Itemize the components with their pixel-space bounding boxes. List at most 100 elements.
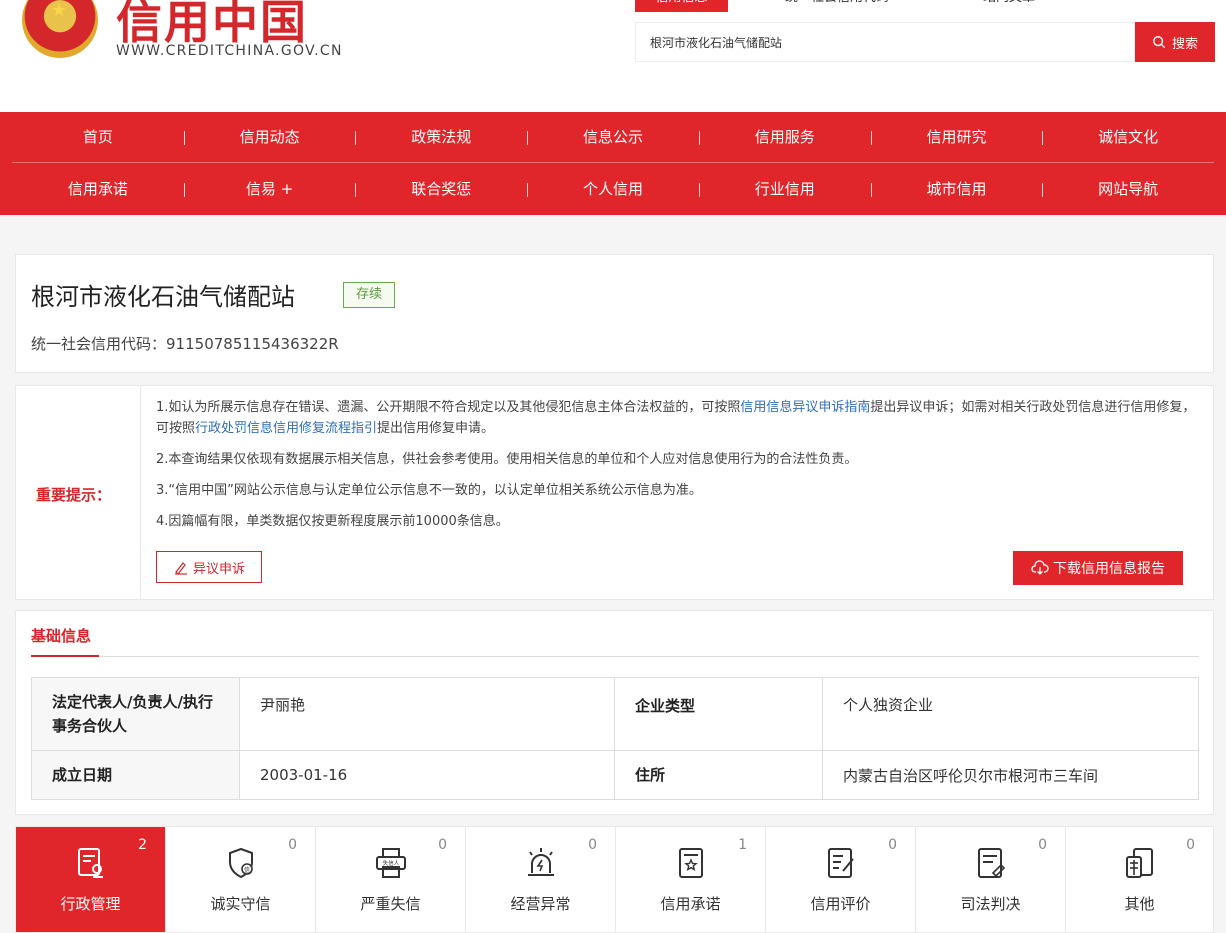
credit-code-value: 91150785115436322R	[166, 335, 339, 353]
nav-credit-news[interactable]: 信用动态	[183, 112, 356, 162]
download-report-button[interactable]: 下载信用信息报告	[1013, 551, 1183, 585]
notice-item-4: 4.因篇幅有限，单类数据仅按更新程度展示前10000条信息。	[156, 514, 509, 529]
tab-business-abnormal[interactable]: 0 经营异常	[466, 827, 616, 932]
nav-industry-credit[interactable]: 行业信用	[698, 164, 871, 215]
tab-label: 司法判决	[960, 895, 1021, 913]
tab-credit-code[interactable]: 统一社会信用代码	[785, 0, 889, 8]
nav-disclosure[interactable]: 信息公示	[527, 112, 699, 162]
judgment-icon	[977, 848, 1005, 878]
main-nav-row-1: 首页 信用动态 政策法规 信息公示 信用服务 信用研究 诚信文化	[12, 112, 1214, 163]
notice-card: 重要提示： 1.如认为所展示信息存在错误、遗漏、公开期限不符合规定以及其他侵犯信…	[15, 385, 1214, 600]
notice-label: 重要提示：	[36, 486, 112, 504]
download-report-button-label: 下载信用信息报告	[1053, 561, 1165, 577]
nav-home[interactable]: 首页	[12, 112, 184, 162]
main-nav: 首页 信用动态 政策法规 信息公示 信用服务 信用研究 诚信文化 信用承诺 信易…	[0, 112, 1226, 215]
tab-other[interactable]: 0 其他	[1066, 827, 1213, 932]
tab-count: 0	[888, 837, 897, 853]
tab-admin-management[interactable]: 2 行政管理	[16, 827, 166, 932]
tab-count: 1	[738, 837, 747, 853]
nav-city-credit[interactable]: 城市信用	[870, 164, 1043, 215]
table-row: 成立日期 2003-01-16 住所 内蒙古自治区呼伦贝尔市根河市三车间	[31, 750, 1199, 800]
pen-icon	[174, 562, 187, 575]
tab-count: 0	[1038, 837, 1047, 853]
nav-credit-research[interactable]: 信用研究	[870, 112, 1043, 162]
search-input[interactable]	[636, 23, 1134, 61]
objection-button-label: 异议申诉	[192, 561, 245, 577]
field-value-enterprise-type: 个人独资企业	[822, 677, 1199, 751]
section-title-underline	[31, 655, 99, 657]
field-value-established-date: 2003-01-16	[239, 750, 615, 800]
nav-xinyi[interactable]: 信易 +	[183, 164, 356, 215]
tab-credit-info[interactable]: 信用信息	[635, 0, 728, 12]
tab-label: 行政管理	[60, 895, 121, 913]
section-divider	[31, 656, 1199, 657]
tab-count: 0	[438, 837, 447, 853]
nav-credit-service[interactable]: 信用服务	[698, 112, 871, 162]
search-box	[635, 22, 1135, 62]
nav-policy[interactable]: 政策法规	[355, 112, 527, 162]
tab-label: 严重失信	[360, 895, 421, 913]
field-label-established-date: 成立日期	[31, 750, 240, 800]
field-label-enterprise-type: 企业类型	[614, 677, 823, 751]
site-logo-url: WWW.CREDITCHINA.GOV.CN	[116, 43, 343, 59]
entity-card: 根河市液化石油气储配站 存续 统一社会信用代码：9115078511543632…	[15, 254, 1214, 373]
tab-credit-commitment[interactable]: 1 信用承诺	[616, 827, 766, 932]
printer-icon: 失信人	[375, 848, 406, 878]
tab-label: 信用评价	[810, 895, 871, 913]
field-label-legal-rep: 法定代表人/负责人/执行事务合伙人	[31, 677, 240, 751]
search-button[interactable]: 搜索	[1135, 22, 1215, 62]
basic-info-table: 法定代表人/负责人/执行事务合伙人 尹丽艳 企业类型 个人独资企业 成立日期 2…	[31, 677, 1199, 800]
notice-item-1-text-c: 提出信用修复申请。	[377, 421, 495, 436]
notice-item-3: 3.“信用中国”网站公示信息与认定单位公示信息不一致的，以认定单位相关系统公示信…	[156, 483, 702, 498]
status-badge: 存续	[343, 282, 395, 308]
tab-label: 其他	[1124, 895, 1155, 913]
nav-personal-credit[interactable]: 个人信用	[527, 164, 699, 215]
svg-text:失信人: 失信人	[382, 859, 399, 867]
basic-info-card: 基础信息 法定代表人/负责人/执行事务合伙人 尹丽艳 企业类型 个人独资企业 成…	[15, 610, 1214, 815]
objection-guide-link[interactable]: 信用信息异议申诉指南	[740, 400, 870, 415]
nav-joint-rewards[interactable]: 联合奖惩	[355, 164, 527, 215]
notice-item-1-text-a: 1.如认为所展示信息存在错误、遗漏、公开期限不符合规定以及其他侵犯信息主体合法权…	[156, 400, 741, 415]
shield-icon: 信	[228, 847, 253, 879]
notice-label-cell: 重要提示：	[16, 386, 141, 599]
tab-count: 0	[288, 837, 297, 853]
credit-code-label: 统一社会信用代码：	[31, 335, 167, 353]
nav-site-map[interactable]: 网站导航	[1042, 164, 1214, 215]
category-tabs: 2 行政管理 信 0 诚实守信 失信人 0 严重失信 0 经营异常 1 信用承诺…	[15, 826, 1214, 933]
alarm-icon	[527, 848, 554, 876]
field-label-address: 住所	[614, 750, 823, 800]
certificate-icon	[678, 848, 703, 878]
tab-label: 信用承诺	[660, 895, 721, 913]
evaluation-icon	[827, 848, 854, 878]
svg-text:信: 信	[243, 866, 249, 874]
section-title-basic-info: 基础信息	[31, 627, 92, 645]
tab-count: 0	[1186, 837, 1195, 853]
notice-item-2: 2.本查询结果仅依现有数据展示相关信息，供社会参考使用。使用相关信息的单位和个人…	[156, 452, 858, 467]
tab-count: 2	[138, 837, 147, 853]
table-row: 法定代表人/负责人/执行事务合伙人 尹丽艳 企业类型 个人独资企业	[31, 677, 1199, 751]
tab-label: 经营异常	[510, 895, 571, 913]
tab-count: 0	[588, 837, 597, 853]
tab-label: 诚实守信	[210, 895, 271, 913]
cloud-download-icon	[1031, 560, 1049, 575]
search-button-label: 搜索	[1171, 36, 1198, 52]
objection-button[interactable]: 异议申诉	[156, 551, 262, 583]
other-icon	[1125, 848, 1153, 878]
tab-judicial-judgment[interactable]: 0 司法判决	[916, 827, 1066, 932]
admin-doc-icon	[77, 848, 103, 878]
credit-repair-guide-link[interactable]: 行政处罚信息信用修复流程指引	[195, 421, 377, 436]
nav-credit-commitment[interactable]: 信用承诺	[12, 164, 184, 215]
search-icon	[1153, 36, 1166, 49]
tab-serious-dishonesty[interactable]: 失信人 0 严重失信	[316, 827, 466, 932]
field-value-legal-rep: 尹丽艳	[239, 677, 615, 751]
tab-credit-evaluation[interactable]: 0 信用评价	[766, 827, 916, 932]
tab-site-articles[interactable]: 站内文章	[983, 0, 1035, 8]
national-emblem-icon[interactable]	[22, 0, 98, 58]
entity-name: 根河市液化石油气储配站	[31, 283, 295, 311]
field-value-address: 内蒙古自治区呼伦贝尔市根河市三车间	[822, 750, 1199, 800]
main-nav-row-2: 信用承诺 信易 + 联合奖惩 个人信用 行业信用 城市信用 网站导航	[12, 164, 1214, 215]
site-header: 信用中国 WWW.CREDITCHINA.GOV.CN 信用信息 统一社会信用代…	[0, 0, 1226, 112]
credit-code: 统一社会信用代码：91150785115436322R	[31, 333, 339, 354]
nav-integrity-culture[interactable]: 诚信文化	[1042, 112, 1214, 162]
tab-honesty[interactable]: 信 0 诚实守信	[166, 827, 316, 932]
